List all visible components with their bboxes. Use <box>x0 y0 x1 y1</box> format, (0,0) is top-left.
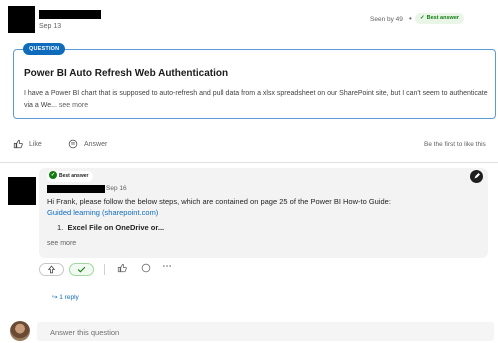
see-more-link[interactable]: see more <box>59 102 88 109</box>
divider <box>104 264 105 275</box>
ellipsis-icon <box>163 265 171 267</box>
reply-answer-button[interactable] <box>141 263 151 275</box>
divider <box>0 162 498 163</box>
accept-answer-button[interactable] <box>69 263 94 276</box>
guided-learning-link[interactable]: Guided learning (sharepoint.com) <box>47 208 158 217</box>
question-label: QUESTION <box>23 43 66 55</box>
question-title[interactable]: Power BI Auto Refresh Web Authentication <box>24 68 228 79</box>
answer-text: Hi Frank, please follow the below steps,… <box>47 197 391 206</box>
current-user-avatar <box>10 321 30 341</box>
more-options-icon[interactable] <box>470 170 483 183</box>
answer-button[interactable]: Answer <box>68 139 107 149</box>
answer-list-item: 1. Excel File on OneDrive or... <box>57 223 165 232</box>
upvote-button[interactable] <box>39 263 64 276</box>
chat-bubble-icon <box>68 139 78 149</box>
post-date: Sep 13 <box>39 23 62 30</box>
more-actions-button[interactable] <box>162 261 172 273</box>
thumb-up-icon <box>13 139 23 149</box>
check-icon <box>77 266 86 273</box>
thumb-up-icon <box>117 263 127 273</box>
answer-date: Sep 16 <box>106 185 127 192</box>
seen-by-count[interactable]: Seen by 49 <box>370 16 403 23</box>
replies-link[interactable]: ↪ 1 reply <box>52 293 79 301</box>
answerer-avatar-redacted[interactable] <box>8 177 36 205</box>
author-name-redacted[interactable] <box>39 10 101 19</box>
separator-dot: • <box>409 14 412 23</box>
like-button[interactable]: Like <box>13 139 42 149</box>
first-to-like-text: Be the first to like this <box>424 141 486 148</box>
answerer-name-redacted[interactable] <box>47 185 105 193</box>
like-answer-button[interactable] <box>117 263 127 275</box>
best-answer-badge: ✓ Best answer <box>47 171 94 182</box>
answer-see-more-link[interactable]: see more <box>47 240 76 247</box>
author-avatar-redacted[interactable] <box>8 6 35 33</box>
answer-input-placeholder: Answer this question <box>50 328 120 337</box>
chat-bubble-icon <box>141 263 151 273</box>
question-body: I have a Power BI chart that is supposed… <box>24 90 488 109</box>
check-icon: ✓ <box>420 15 425 21</box>
check-icon: ✓ <box>49 171 57 180</box>
best-answer-status-badge: ✓ Best answer <box>415 13 465 24</box>
reply-arrow-icon: ↪ <box>52 294 58 301</box>
arrow-up-icon <box>47 265 56 274</box>
